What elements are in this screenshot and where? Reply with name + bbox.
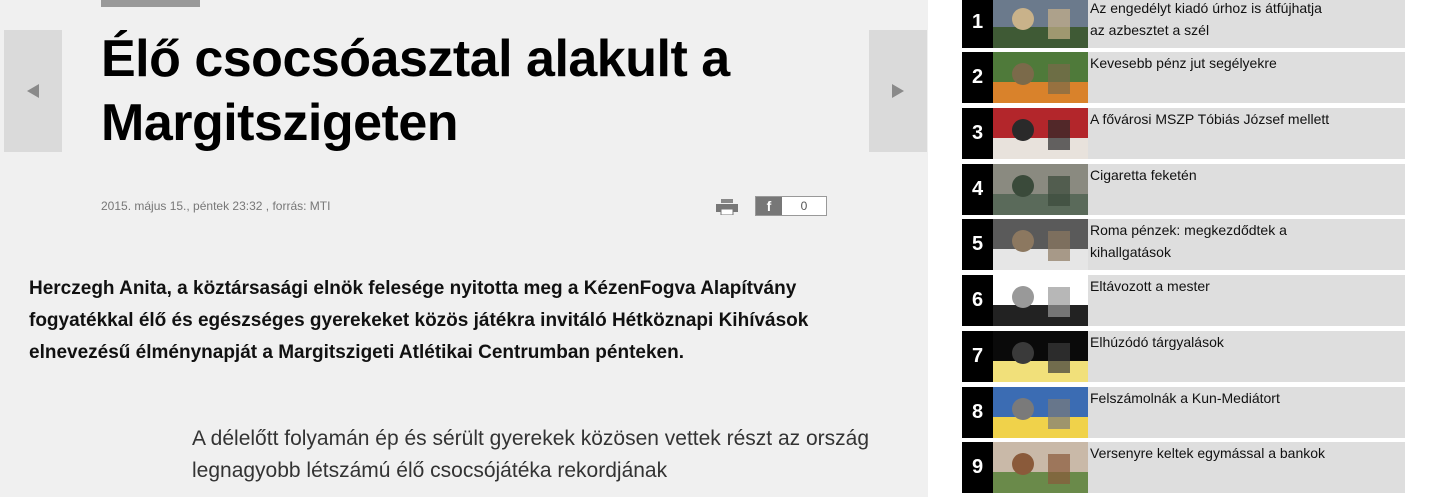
sidebar-item-title[interactable]: Felszámolnák a Kun-Mediátort: [1090, 387, 1340, 409]
sidebar-item-title[interactable]: A fővárosi MSZP Tóbiás József mellett: [1090, 108, 1340, 130]
sidebar-item[interactable]: 6 Eltávozott a mester: [962, 275, 1405, 326]
triangle-right-icon: [892, 84, 904, 98]
sidebar-item[interactable]: 9 Versenyre keltek egymással a bankok: [962, 442, 1405, 493]
triangle-left-icon: [27, 84, 39, 98]
most-read-sidebar: 1 Az engedélyt kiadó úrhoz is átfújhatja …: [962, 0, 1405, 497]
sidebar-item[interactable]: 7 Elhúzódó tárgyalások: [962, 331, 1405, 382]
sidebar-item-title[interactable]: Eltávozott a mester: [1090, 275, 1340, 297]
rank-number: 5: [962, 219, 993, 270]
rank-number: 4: [962, 164, 993, 215]
sidebar-item[interactable]: 2 Kevesebb pénz jut segélyekre: [962, 52, 1405, 103]
thumbnail-image[interactable]: [993, 0, 1088, 48]
sidebar-item[interactable]: 3 A fővárosi MSZP Tóbiás József mellett: [962, 108, 1405, 159]
sidebar-item-title[interactable]: Kevesebb pénz jut segélyekre: [1090, 52, 1340, 74]
sidebar-item[interactable]: 4 Cigaretta feketén: [962, 164, 1405, 215]
facebook-share-button[interactable]: f 0: [755, 196, 827, 216]
thumbnail-image[interactable]: [993, 164, 1088, 215]
rank-number: 9: [962, 442, 993, 493]
sidebar-item[interactable]: 5 Roma pénzek: megkezdődtek a kihallgatás…: [962, 219, 1405, 270]
rank-number: 2: [962, 52, 993, 103]
rank-number: 3: [962, 108, 993, 159]
print-icon[interactable]: [716, 199, 738, 220]
thumbnail-image[interactable]: [993, 219, 1088, 270]
sidebar-item-title[interactable]: Versenyre keltek egymással a bankok: [1090, 442, 1340, 464]
thumbnail-image[interactable]: [993, 331, 1088, 382]
sidebar-item-title[interactable]: Cigaretta feketén: [1090, 164, 1340, 186]
rank-number: 6: [962, 275, 993, 326]
facebook-icon: f: [756, 197, 782, 215]
rank-number: 7: [962, 331, 993, 382]
category-tag-bar: [101, 0, 200, 7]
sidebar-item[interactable]: 1 Az engedélyt kiadó úrhoz is átfújhatja …: [962, 0, 1405, 48]
sidebar-item-title[interactable]: Az engedélyt kiadó úrhoz is átfújhatja a…: [1090, 0, 1340, 41]
share-count: 0: [800, 199, 808, 213]
sidebar-item-title[interactable]: Roma pénzek: megkezdődtek a kihallgatáso…: [1090, 219, 1340, 263]
sidebar-item[interactable]: 8 Felszámolnák a Kun-Mediátort: [962, 387, 1405, 438]
article-meta: 2015. május 15., péntek 23:32 , forrás: …: [101, 199, 331, 213]
thumbnail-image[interactable]: [993, 387, 1088, 438]
sidebar-item-title[interactable]: Elhúzódó tárgyalások: [1090, 331, 1340, 353]
thumbnail-image[interactable]: [993, 52, 1088, 103]
next-article-button[interactable]: [869, 30, 927, 152]
rank-number: 8: [962, 387, 993, 438]
thumbnail-image[interactable]: [993, 275, 1088, 326]
thumbnail-image[interactable]: [993, 442, 1088, 493]
article-body: A délelőtt folyamán ép és sérült gyereke…: [192, 427, 870, 482]
article-lead: Herczegh Anita, a köztársasági elnök fel…: [29, 278, 809, 363]
rank-number: 1: [962, 0, 993, 48]
thumbnail-image[interactable]: [993, 108, 1088, 159]
article-title: Élő csocsóasztal alakult a Margitszigete…: [101, 30, 730, 152]
article-panel: Élő csocsóasztal alakult a Margitszigete…: [0, 0, 928, 497]
previous-article-button[interactable]: [4, 30, 62, 152]
